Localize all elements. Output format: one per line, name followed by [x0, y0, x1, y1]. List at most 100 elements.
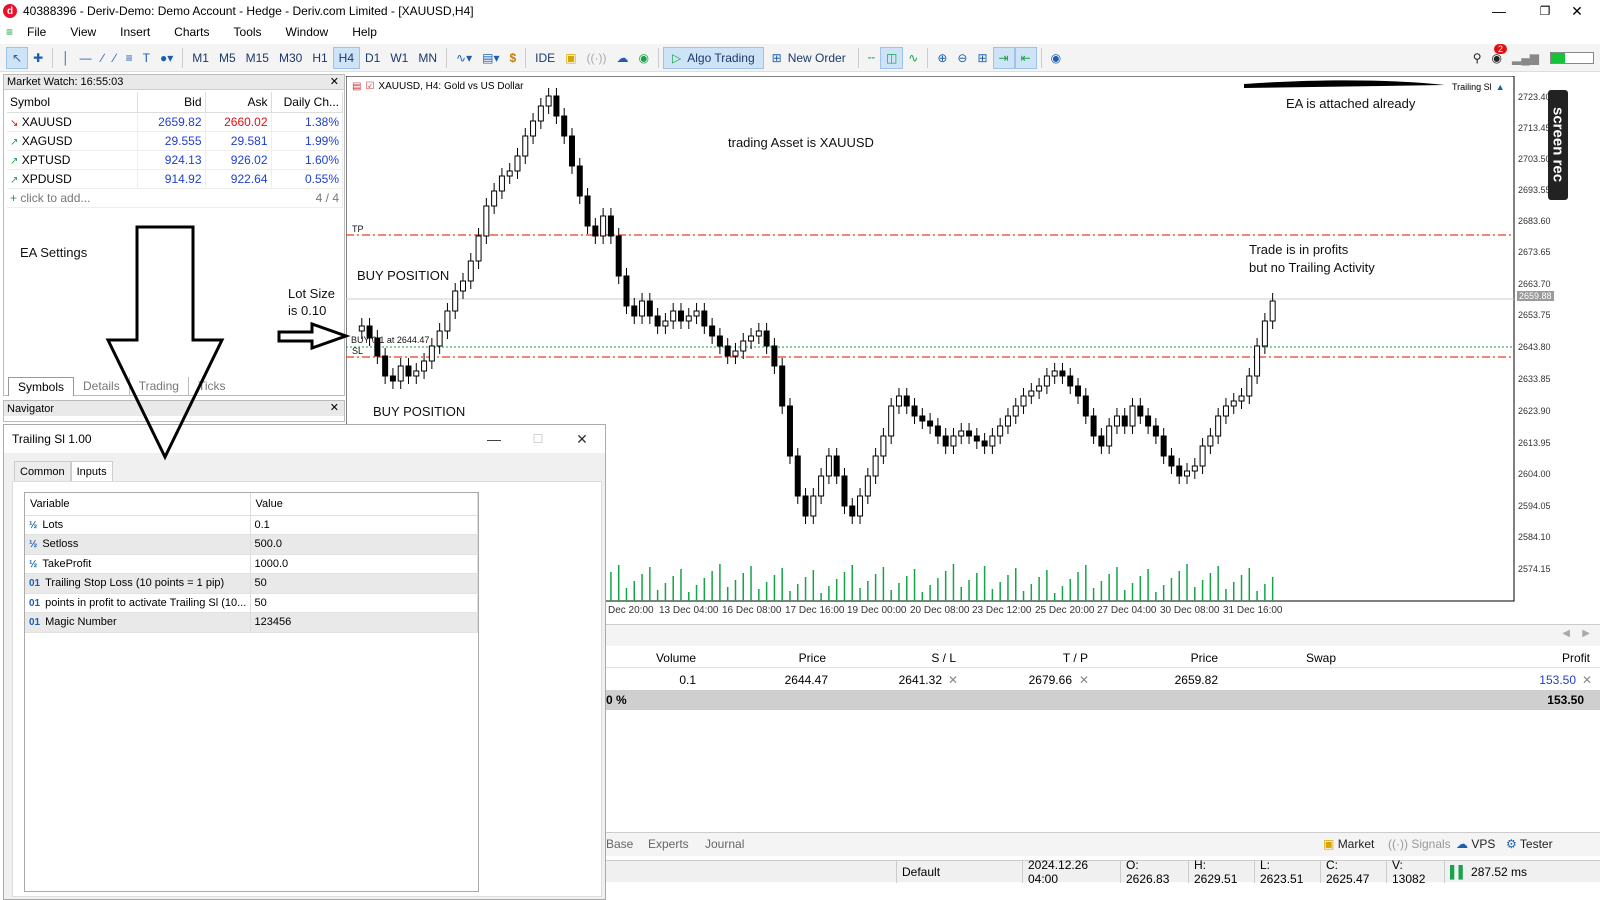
- tab-ticks[interactable]: Ticks: [189, 377, 235, 396]
- tab-journal[interactable]: Journal: [705, 837, 744, 851]
- menu-view[interactable]: View: [70, 25, 96, 39]
- close-button[interactable]: ✕: [1554, 0, 1600, 22]
- timeframe-mn[interactable]: MN: [413, 47, 442, 69]
- lock-icon[interactable]: ▣: [560, 47, 581, 69]
- timeframe-m5[interactable]: M5: [214, 47, 241, 69]
- globe-icon[interactable]: ◉: [634, 47, 654, 69]
- close-panel-icon[interactable]: ✕: [330, 75, 339, 88]
- signal-icon[interactable]: ((·)): [582, 47, 612, 69]
- timeframe-h1[interactable]: H1: [307, 47, 332, 69]
- candle-body: [654, 315, 661, 327]
- crosshair-tool-icon[interactable]: ✚: [28, 47, 48, 69]
- timeframe-m1[interactable]: M1: [187, 47, 214, 69]
- scroll-right-icon[interactable]: ▶: [1582, 628, 1590, 639]
- col-bid[interactable]: Bid: [137, 92, 206, 113]
- minimize-button[interactable]: —: [1476, 0, 1522, 22]
- timeframe-m15[interactable]: M15: [241, 47, 274, 69]
- indicators-icon[interactable]: ∿▾: [451, 47, 477, 69]
- status-profile[interactable]: Default: [896, 860, 1022, 883]
- timeframe-h4[interactable]: H4: [332, 46, 361, 69]
- screen-recorder-badge[interactable]: screen rec: [1548, 90, 1568, 200]
- tab-experts[interactable]: Experts: [648, 837, 689, 851]
- horizontal-line-icon[interactable]: —: [75, 47, 97, 69]
- col-daily-change[interactable]: Daily Ch...: [271, 92, 343, 113]
- new-order-button[interactable]: ⊞ New Order: [764, 47, 854, 69]
- chart-shift-icon[interactable]: ⇤: [1014, 46, 1037, 69]
- bar-chart-icon[interactable]: ╌: [863, 47, 880, 69]
- templates-icon[interactable]: ▤▾: [477, 47, 504, 69]
- param-row[interactable]: ½ Lots 0.1: [25, 515, 478, 535]
- zoom-in-icon[interactable]: ⊕: [932, 47, 952, 69]
- tab-inputs[interactable]: Inputs: [70, 461, 113, 482]
- close-position-icon[interactable]: ✕: [1582, 673, 1592, 687]
- remove-sl-icon[interactable]: ✕: [948, 673, 958, 687]
- dialog-maximize-button[interactable]: ☐: [516, 425, 560, 453]
- timeframe-m30[interactable]: M30: [274, 47, 307, 69]
- chart-trade-icon[interactable]: ☑: [365, 81, 374, 92]
- tile-windows-icon[interactable]: ⊞: [972, 47, 992, 69]
- ea-label[interactable]: Trailing Sl ▲: [1452, 82, 1505, 92]
- menu-app-icon[interactable]: ≡: [6, 25, 13, 39]
- menu-insert[interactable]: Insert: [120, 25, 150, 39]
- screenshot-icon[interactable]: ◉: [1046, 47, 1066, 69]
- table-row[interactable]: ↗ XAGUSD 29.555 29.581 1.99%: [7, 131, 343, 151]
- menu-window[interactable]: Window: [286, 25, 329, 39]
- vertical-line-icon[interactable]: │: [57, 47, 75, 69]
- text-tool-icon[interactable]: T: [138, 47, 155, 69]
- dialog-close-button[interactable]: ✕: [560, 425, 604, 453]
- param-row[interactable]: 01 Magic Number 123456: [25, 612, 478, 633]
- timeframe-d1[interactable]: D1: [360, 47, 385, 69]
- signal-strength-icon: ▂▄▆: [1512, 50, 1539, 65]
- menu-tools[interactable]: Tools: [234, 25, 262, 39]
- scroll-left-icon[interactable]: ◀: [1562, 628, 1570, 639]
- zoom-out-icon[interactable]: ⊖: [952, 47, 972, 69]
- candlestick-icon[interactable]: ◫: [879, 46, 904, 69]
- table-row[interactable]: ↘ XAUUSD 2659.82 2660.02 1.38%: [7, 112, 343, 132]
- table-row[interactable]: ↗ XPTUSD 924.13 926.02 1.60%: [7, 150, 343, 170]
- fibonacci-icon[interactable]: ≡: [121, 47, 138, 69]
- menu-charts[interactable]: Charts: [174, 25, 209, 39]
- param-row[interactable]: 01 points in profit to activate Trailing …: [25, 593, 478, 613]
- tab-base[interactable]: Base: [606, 837, 633, 851]
- tab-common[interactable]: Common: [14, 461, 71, 482]
- add-symbol-row[interactable]: + click to add... 4 / 4: [7, 188, 343, 208]
- col-variable[interactable]: Variable: [25, 493, 251, 516]
- candle-body: [919, 415, 926, 422]
- menu-file[interactable]: File: [27, 25, 46, 39]
- tab-trading[interactable]: Trading: [130, 377, 189, 396]
- shapes-icon[interactable]: ●▾: [155, 47, 178, 69]
- remove-tp-icon[interactable]: ✕: [1079, 673, 1089, 687]
- param-row[interactable]: ½ Setloss 500.0: [25, 534, 478, 555]
- trendline-icon[interactable]: ∕: [97, 47, 109, 69]
- cursor-tool-icon[interactable]: ↖: [6, 46, 29, 69]
- tester-tab[interactable]: ⚙ Tester: [1506, 837, 1553, 851]
- col-symbol[interactable]: Symbol: [7, 92, 138, 113]
- param-row[interactable]: ½ TakeProfit 1000.0: [25, 554, 478, 574]
- tab-details[interactable]: Details: [74, 377, 130, 396]
- ea-attached-note: EA is attached already: [1286, 96, 1416, 111]
- market-tab[interactable]: ▣ Market: [1323, 837, 1374, 851]
- tab-symbols[interactable]: Symbols: [8, 377, 75, 396]
- col-ask[interactable]: Ask: [205, 92, 272, 113]
- cloud-icon[interactable]: ☁: [612, 47, 634, 69]
- vps-tab[interactable]: ☁ VPS: [1456, 837, 1495, 851]
- position-row[interactable]: 0.1 2644.47 2641.32 ✕ 2679.66 ✕ 2659.82 …: [606, 670, 1600, 690]
- algo-trading-button[interactable]: ▷ Algo Trading: [663, 46, 764, 69]
- candle-body: [989, 435, 996, 447]
- channel-icon[interactable]: ∕: [109, 47, 121, 69]
- autoscroll-icon[interactable]: ⇥: [992, 46, 1015, 69]
- menu-help[interactable]: Help: [352, 25, 377, 39]
- timeframe-w1[interactable]: W1: [385, 47, 413, 69]
- table-row[interactable]: ↗ XPDUSD 914.92 922.64 0.55%: [7, 169, 343, 189]
- ide-button[interactable]: IDE: [530, 47, 560, 69]
- signals-tab[interactable]: ((·)) Signals: [1388, 837, 1451, 851]
- market-dollar-icon[interactable]: $: [504, 47, 521, 69]
- param-row[interactable]: 01 Trailing Stop Loss (10 points = 1 pip)…: [25, 573, 478, 594]
- notifications-icon[interactable]: ◉ 2: [1487, 43, 1508, 69]
- close-panel-icon[interactable]: ✕: [330, 401, 339, 414]
- dialog-minimize-button[interactable]: —: [472, 425, 516, 453]
- search-icon[interactable]: ⚲: [1468, 47, 1487, 69]
- chart-menu-icon[interactable]: ▤: [352, 81, 361, 92]
- line-chart-icon[interactable]: ∿: [903, 47, 923, 69]
- col-value[interactable]: Value: [250, 493, 478, 516]
